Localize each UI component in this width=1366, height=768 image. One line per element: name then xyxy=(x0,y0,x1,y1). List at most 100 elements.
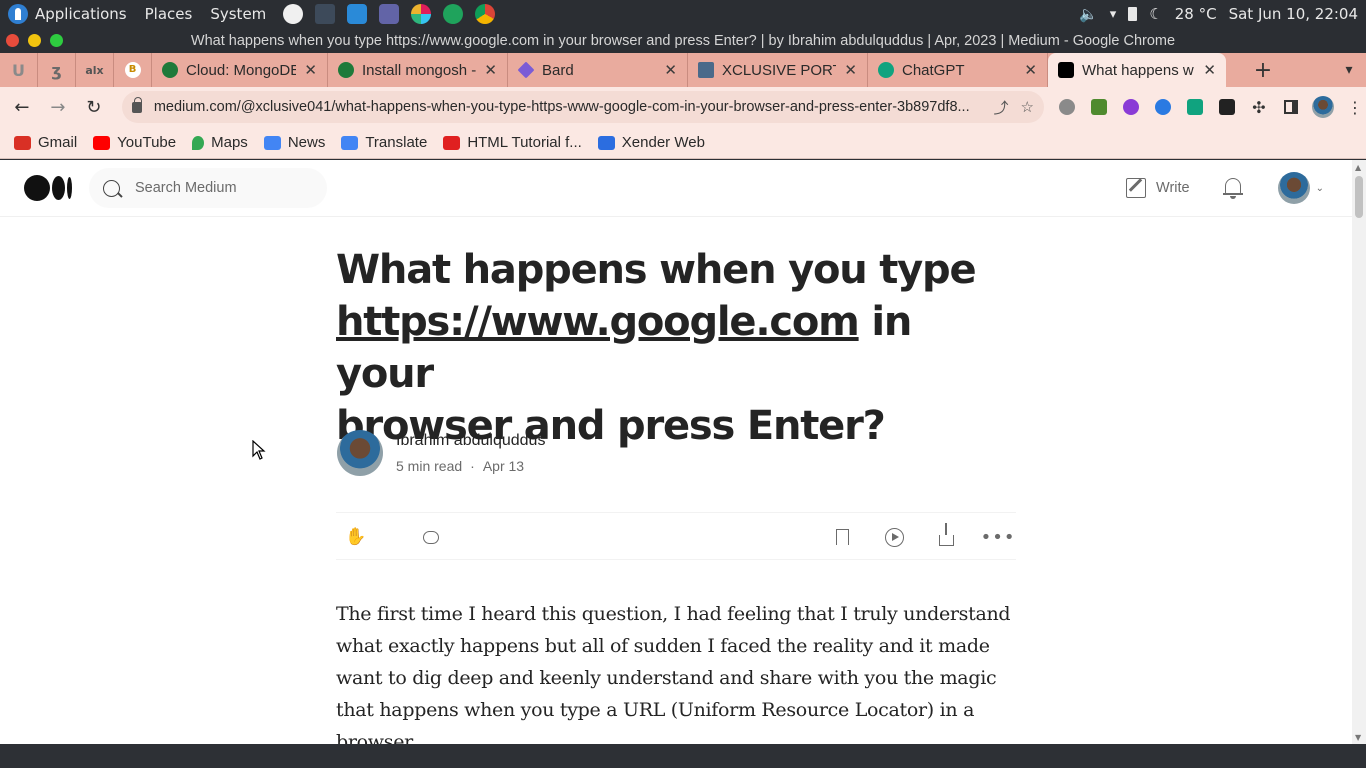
night-mode-icon[interactable]: ☾ xyxy=(1149,5,1162,23)
tab-install-mongosh[interactable]: Install mongosh - ✕ xyxy=(328,53,508,87)
bookmark-label: Gmail xyxy=(38,134,78,151)
scroll-up-arrow-icon[interactable]: ▲ xyxy=(1355,163,1361,172)
address-bar[interactable]: medium.com/@xclusive041/what-happens-whe… xyxy=(121,91,1044,123)
user-avatar[interactable] xyxy=(1277,172,1310,204)
author-avatar[interactable] xyxy=(337,430,383,476)
bookmark-translate[interactable]: Translate xyxy=(341,134,427,151)
medium-logo-icon[interactable] xyxy=(24,175,72,201)
bookmark-star-icon[interactable]: ☆ xyxy=(1021,98,1034,116)
medium-header: Search Medium Write ⌄ xyxy=(0,160,1352,217)
page-scrollbar[interactable]: ▲ ▼ xyxy=(1352,160,1366,744)
battery-icon[interactable] xyxy=(1128,7,1138,21)
volume-icon[interactable]: 🔈 xyxy=(1079,5,1098,23)
write-button[interactable]: Write xyxy=(1126,178,1190,198)
pinned-tab-alx[interactable]: alx xyxy=(76,53,114,87)
author-name[interactable]: Ibrahim abdulquddus xyxy=(396,432,545,450)
search-input[interactable]: Search Medium xyxy=(89,168,327,208)
forward-arrow-icon[interactable]: → xyxy=(42,91,74,123)
close-tab-icon[interactable]: ✕ xyxy=(656,61,677,79)
slack-icon[interactable] xyxy=(408,2,434,26)
pinned-tab-webflow[interactable]: U xyxy=(0,53,38,87)
title-line-1: What happens when you type xyxy=(336,247,977,293)
reload-icon[interactable]: ↻ xyxy=(78,91,110,123)
tab-medium-article[interactable]: What happens w ✕ xyxy=(1048,53,1226,87)
bookmark-html-tutorial[interactable]: HTML Tutorial f... xyxy=(443,134,582,151)
more-options-icon[interactable]: ••• xyxy=(981,527,1015,548)
html-tree-extension-icon[interactable] xyxy=(1088,96,1110,118)
browser-toolbar: ← → ↻ medium.com/@xclusive041/what-happe… xyxy=(0,87,1366,127)
bookmark-add-icon[interactable] xyxy=(832,527,852,547)
article-paragraph: The first time I heard this question, I … xyxy=(336,603,1011,744)
lock-icon[interactable] xyxy=(131,96,142,113)
gmail-icon xyxy=(14,135,31,150)
bookmark-news[interactable]: News xyxy=(263,134,325,151)
system-menu[interactable]: System xyxy=(210,5,266,23)
close-tab-icon[interactable]: ✕ xyxy=(476,61,497,79)
url-text[interactable]: medium.com/@xclusive041/what-happens-whe… xyxy=(154,99,982,115)
bookmark-xender-web[interactable]: Xender Web xyxy=(597,134,705,151)
profile-avatar[interactable] xyxy=(1312,96,1334,118)
bug-extension-icon[interactable] xyxy=(1056,96,1078,118)
bookmark-gmail[interactable]: Gmail xyxy=(14,134,77,151)
github-icon[interactable] xyxy=(280,2,306,26)
back-arrow-icon[interactable]: ← xyxy=(6,91,38,123)
terminal-icon[interactable] xyxy=(312,2,338,26)
tab-mongodb-cloud[interactable]: Cloud: MongoDB ✕ xyxy=(152,53,328,87)
puzzle-extensions-icon[interactable]: ✣ xyxy=(1248,96,1270,118)
alx-icon: alx xyxy=(85,63,104,77)
panel-launchers xyxy=(280,2,498,26)
share-page-icon[interactable]: ⤴ xyxy=(994,97,1009,118)
chatgpt-icon xyxy=(878,62,894,78)
pinned-tab-b[interactable]: B xyxy=(114,53,152,87)
tab-label: Bard xyxy=(542,61,574,79)
tab-search-chevron-icon[interactable]: ▾ xyxy=(1332,53,1366,87)
bookmark-youtube[interactable]: YouTube xyxy=(93,134,176,151)
chatgpt-extension-icon[interactable] xyxy=(1184,96,1206,118)
clock[interactable]: Sat Jun 10, 22:04 xyxy=(1229,5,1358,23)
chrome-icon[interactable] xyxy=(472,2,498,26)
author-row: Ibrahim abdulquddus 5 min read · Apr 13 xyxy=(336,430,545,476)
infinity-extension-icon[interactable] xyxy=(1152,96,1174,118)
weather-temperature[interactable]: 28 °C xyxy=(1175,5,1217,23)
teams-icon[interactable] xyxy=(376,2,402,26)
tab-bard[interactable]: Bard ✕ xyxy=(508,53,688,87)
edge-dev-icon[interactable] xyxy=(440,2,466,26)
side-panel-icon[interactable] xyxy=(1280,96,1302,118)
bard-sparkle-icon xyxy=(517,61,535,79)
xender-extension-icon[interactable] xyxy=(1216,96,1238,118)
portfolio-icon xyxy=(698,62,714,78)
close-tab-icon[interactable]: ✕ xyxy=(1195,61,1216,79)
distro-logo-icon[interactable] xyxy=(8,4,28,24)
close-tab-icon[interactable]: ✕ xyxy=(836,61,857,79)
close-tab-icon[interactable]: ✕ xyxy=(296,61,317,79)
tab-chatgpt[interactable]: ChatGPT ✕ xyxy=(868,53,1048,87)
scrollbar-thumb[interactable] xyxy=(1355,176,1363,218)
share-icon[interactable] xyxy=(936,522,956,547)
search-placeholder: Search Medium xyxy=(135,180,237,196)
vscode-icon[interactable] xyxy=(344,2,370,26)
bookmark-label: Translate xyxy=(365,134,428,151)
chevron-down-icon[interactable]: ⌄ xyxy=(1316,183,1324,194)
maps-pin-icon xyxy=(192,135,205,150)
clap-icon[interactable]: ✋ xyxy=(345,527,366,547)
new-tab-button[interactable]: + xyxy=(1246,53,1280,87)
kebab-menu-icon[interactable]: ⋮ xyxy=(1344,96,1366,118)
tab-strip: U ʒ alx B Cloud: MongoDB ✕ Install mongo… xyxy=(0,53,1366,87)
purple-extension-icon[interactable] xyxy=(1120,96,1142,118)
article-actions-bar: ✋ ••• xyxy=(336,512,1016,560)
listen-play-icon[interactable] xyxy=(884,527,904,547)
bookmark-maps[interactable]: Maps xyxy=(192,134,248,151)
mouse-cursor-icon xyxy=(252,440,266,460)
notifications-bell-icon[interactable] xyxy=(1222,177,1244,199)
applications-menu[interactable]: Applications xyxy=(35,5,127,23)
places-menu[interactable]: Places xyxy=(145,5,193,23)
comment-icon[interactable] xyxy=(421,527,441,547)
pinned-tab-brand[interactable]: ʒ xyxy=(38,53,76,87)
wifi-icon[interactable]: ▾ xyxy=(1110,7,1117,22)
close-tab-icon[interactable]: ✕ xyxy=(1016,61,1037,79)
title-link[interactable]: https://www.google.com xyxy=(336,299,860,345)
extensions-area: ✣ ⋮ xyxy=(1056,96,1366,118)
tab-xclusive-portfolio[interactable]: XCLUSIVE PORT ✕ xyxy=(688,53,868,87)
bookmark-label: YouTube xyxy=(117,134,177,151)
scroll-down-arrow-icon[interactable]: ▼ xyxy=(1355,733,1361,742)
